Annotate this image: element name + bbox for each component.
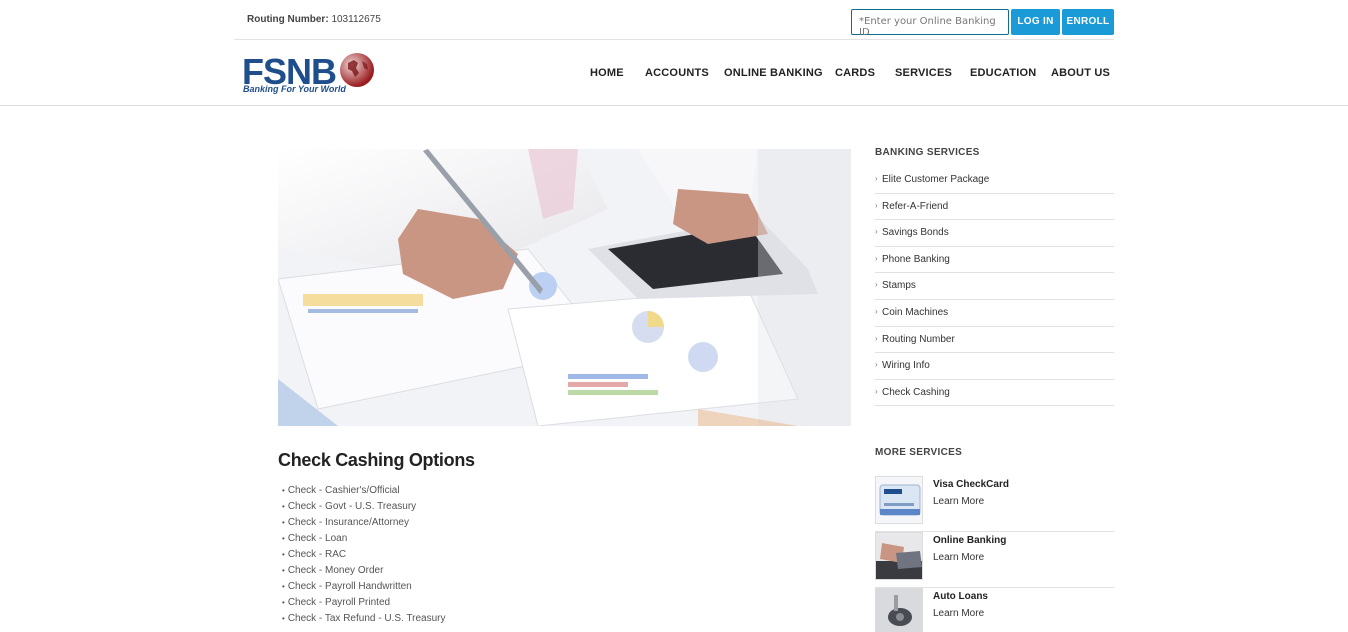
fsnb-logo[interactable]: FSNB Banking For Your World [242, 51, 377, 98]
nav-item-services[interactable]: SERVICES [895, 67, 952, 79]
nav-item-cards[interactable]: CARDS [835, 67, 875, 79]
sidebar-item-routing-number[interactable]: › Routing Number [875, 327, 1114, 354]
card-thumbnail-icon [875, 476, 923, 524]
laptop-thumbnail-icon [875, 532, 923, 580]
hero-image [278, 149, 851, 426]
more-service-visa-checkcard[interactable]: Visa CheckCard Learn More [875, 476, 1114, 532]
more-service-auto-loans[interactable]: Auto Loans Learn More [875, 588, 1114, 632]
chevron-right-icon: › [875, 333, 878, 343]
chevron-right-icon: › [875, 227, 878, 237]
list-item: Check - Cashier's/Official [282, 484, 445, 500]
car-key-thumbnail-icon [875, 588, 923, 632]
list-item: Check - Payroll Handwritten [282, 580, 445, 596]
sidebar-item-label: Elite Customer Package [882, 174, 990, 185]
nav-item-education[interactable]: EDUCATION [970, 67, 1036, 79]
sidebar-item-label: Phone Banking [882, 253, 950, 265]
nav-item-accounts[interactable]: ACCOUNTS [645, 67, 709, 79]
chevron-right-icon: › [875, 360, 878, 370]
learn-more-link[interactable]: Learn More [933, 496, 984, 507]
sidebar-item-label: Routing Number [882, 333, 955, 345]
list-item: Check - Govt - U.S. Treasury [282, 500, 445, 516]
site-header: FSNB Banking For Your World HOME ACCOUNT… [0, 40, 1348, 106]
chevron-right-icon: › [875, 174, 878, 183]
page-title: Check Cashing Options [278, 450, 475, 470]
sidebar-item-check-cashing[interactable]: › Check Cashing [875, 380, 1114, 407]
more-service-title: Online Banking [933, 535, 1007, 546]
chevron-right-icon: › [875, 253, 878, 263]
list-item: Check - Payroll Printed [282, 596, 445, 612]
more-services-heading: MORE SERVICES [875, 447, 963, 458]
more-service-title: Auto Loans [933, 591, 988, 602]
chevron-right-icon: › [875, 280, 878, 290]
sidebar-item-refer-a-friend[interactable]: › Refer-A-Friend [875, 194, 1114, 221]
sidebar-item-label: Savings Bonds [882, 227, 949, 239]
globe-icon [340, 53, 374, 87]
sidebar-item-label: Coin Machines [882, 306, 949, 318]
banking-services-heading: BANKING SERVICES [875, 147, 980, 158]
sidebar-item-coin-machines[interactable]: › Coin Machines [875, 300, 1114, 327]
routing-number: Routing Number: 103112675 [247, 14, 381, 25]
sidebar-item-label: Wiring Info [882, 360, 930, 372]
routing-value: 103112675 [331, 14, 381, 25]
sidebar-item-elite-customer-package[interactable]: › Elite Customer Package [875, 167, 1114, 194]
sidebar-item-stamps[interactable]: › Stamps [875, 273, 1114, 300]
nav-item-online-banking[interactable]: ONLINE BANKING [724, 67, 823, 79]
enroll-button[interactable]: ENROLL [1062, 9, 1114, 35]
online-banking-id-input[interactable]: *Enter your Online Banking ID [851, 9, 1009, 38]
learn-more-link[interactable]: Learn More [933, 552, 984, 563]
top-utility-bar: Routing Number: 103112675 *Enter your On… [234, 0, 1114, 40]
learn-more-link[interactable]: Learn More [933, 608, 984, 619]
sidebar-item-wiring-info[interactable]: › Wiring Info [875, 353, 1114, 380]
routing-label: Routing Number: [247, 14, 329, 25]
list-item: Check - Insurance/Attorney [282, 516, 445, 532]
more-service-title: Visa CheckCard [933, 479, 1009, 490]
more-service-online-banking[interactable]: Online Banking Learn More [875, 532, 1114, 588]
sidebar-item-savings-bonds[interactable]: › Savings Bonds [875, 220, 1114, 247]
logo-tagline: Banking For Your World [243, 84, 346, 94]
login-button[interactable]: LOG IN [1011, 9, 1060, 35]
sidebar-item-label: Check Cashing [882, 386, 950, 398]
list-item: Check - Money Order [282, 564, 445, 580]
list-item: Check - Loan [282, 532, 445, 548]
chevron-right-icon: › [875, 386, 878, 396]
list-item: Check - RAC [282, 548, 445, 564]
list-item: Check - Tax Refund - U.S. Treasury [282, 612, 446, 628]
sidebar-item-label: Stamps [882, 280, 916, 292]
sidebar-item-label: Refer-A-Friend [882, 200, 949, 212]
chevron-right-icon: › [875, 306, 878, 316]
sidebar-item-phone-banking[interactable]: › Phone Banking [875, 247, 1114, 274]
check-cashing-options-list: Check - Cashier's/Official Check - Govt … [282, 484, 446, 628]
nav-item-home[interactable]: HOME [590, 67, 624, 79]
nav-item-about-us[interactable]: ABOUT US [1051, 67, 1110, 79]
banking-services-list: › Elite Customer Package › Refer-A-Friend … [875, 167, 1114, 407]
chevron-right-icon: › [875, 200, 878, 210]
